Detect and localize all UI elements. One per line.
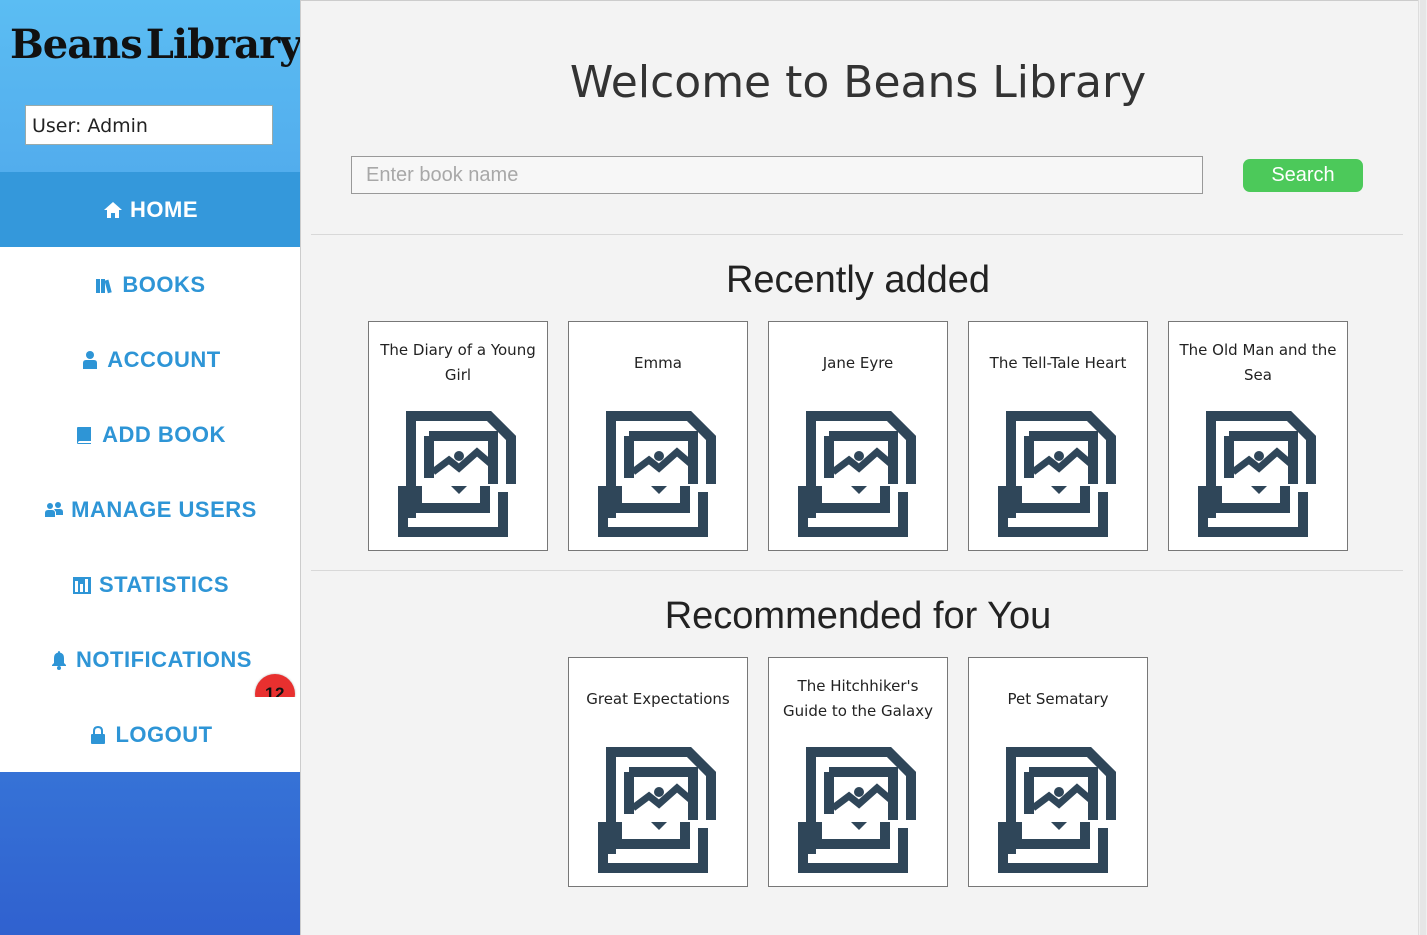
recently-added-list: The Diary of a Young Girl Emma Jane Eyre Th… <box>301 321 1415 551</box>
book-title: The Tell-Tale Heart <box>989 353 1127 372</box>
image-placeholder-icon <box>598 747 716 873</box>
lock-icon <box>87 724 109 746</box>
user-icon <box>79 349 101 371</box>
book-title: Great Expectations <box>586 689 730 708</box>
sidebar-item-label: STATISTICS <box>98 571 230 597</box>
logo-text-right: Library <box>145 20 303 68</box>
book-title: Emma <box>634 353 682 372</box>
sidebar-item-label: ADD BOOK <box>102 421 226 447</box>
sidebar: Beans Library User: Admin HOME BOOKS ACC… <box>0 0 302 935</box>
books-icon <box>94 274 116 296</box>
image-placeholder-icon <box>798 747 916 873</box>
sidebar-item-statistics[interactable]: STATISTICS <box>0 547 300 622</box>
sidebar-item-label: ACCOUNT <box>107 346 221 372</box>
search-button[interactable]: Search <box>1243 159 1363 192</box>
search-input[interactable] <box>351 156 1203 194</box>
divider <box>311 234 1403 235</box>
book-card[interactable]: Great Expectations <box>568 657 748 887</box>
book-card[interactable]: The Tell-Tale Heart <box>968 321 1148 551</box>
home-icon <box>102 199 124 221</box>
sidebar-item-notifications[interactable]: NOTIFICATIONS 12 <box>0 622 300 714</box>
scrollbar[interactable] <box>1418 0 1427 935</box>
recently-added-heading: Recently added <box>725 259 991 301</box>
sidebar-item-label: BOOKS <box>122 271 206 297</box>
sidebar-nav: HOME BOOKS ACCOUNT ADD BOOK MANAGE USERS <box>0 172 300 772</box>
sidebar-item-logout[interactable]: LOGOUT <box>0 697 300 772</box>
book-card[interactable]: The Hitchhiker's Guide to the Galaxy <box>768 657 948 887</box>
sidebar-item-home[interactable]: HOME <box>0 172 300 247</box>
image-placeholder-icon <box>998 411 1116 537</box>
book-title: The Diary of a Young Girl <box>380 341 536 384</box>
book-card[interactable]: Emma <box>568 321 748 551</box>
users-icon <box>43 499 65 521</box>
book-icon <box>74 424 96 446</box>
image-placeholder-icon <box>598 411 716 537</box>
sidebar-item-label: NOTIFICATIONS <box>76 646 252 672</box>
chart-icon <box>71 574 93 596</box>
app-logo: Beans Library <box>10 14 302 74</box>
sidebar-item-manage-users[interactable]: MANAGE USERS <box>0 472 300 547</box>
image-placeholder-icon <box>398 411 516 537</box>
logo-text-left: Beans <box>10 20 143 68</box>
sidebar-item-label: MANAGE USERS <box>71 496 257 522</box>
sidebar-item-label: HOME <box>130 196 198 222</box>
sidebar-item-add-book[interactable]: ADD BOOK <box>0 397 300 472</box>
recommended-list: Great Expectations The Hitchhiker's Guide… <box>301 657 1415 887</box>
main-content: Welcome to Beans Library Search Recently… <box>300 0 1418 935</box>
bell-icon <box>48 649 70 671</box>
scrollbar-thumb[interactable] <box>1420 0 1426 935</box>
book-title: The Old Man and the Sea <box>1179 341 1337 384</box>
sidebar-item-account[interactable]: ACCOUNT <box>0 322 300 397</box>
image-placeholder-icon <box>1198 411 1316 537</box>
image-placeholder-icon <box>798 411 916 537</box>
user-label: User: Admin <box>25 105 273 145</box>
image-placeholder-icon <box>998 747 1116 873</box>
book-title: Pet Sematary <box>1007 689 1109 708</box>
book-card[interactable]: The Diary of a Young Girl <box>368 321 548 551</box>
page-title: Welcome to Beans Library <box>569 57 1147 108</box>
sidebar-item-books[interactable]: BOOKS <box>0 247 300 322</box>
book-title: Jane Eyre <box>822 353 894 372</box>
book-card[interactable]: Pet Sematary <box>968 657 1148 887</box>
sidebar-item-label: LOGOUT <box>115 721 213 747</box>
recommended-heading: Recommended for You <box>664 595 1052 637</box>
divider <box>311 570 1403 571</box>
book-title: The Hitchhiker's Guide to the Galaxy <box>783 677 933 720</box>
book-card[interactable]: Jane Eyre <box>768 321 948 551</box>
book-card[interactable]: The Old Man and the Sea <box>1168 321 1348 551</box>
